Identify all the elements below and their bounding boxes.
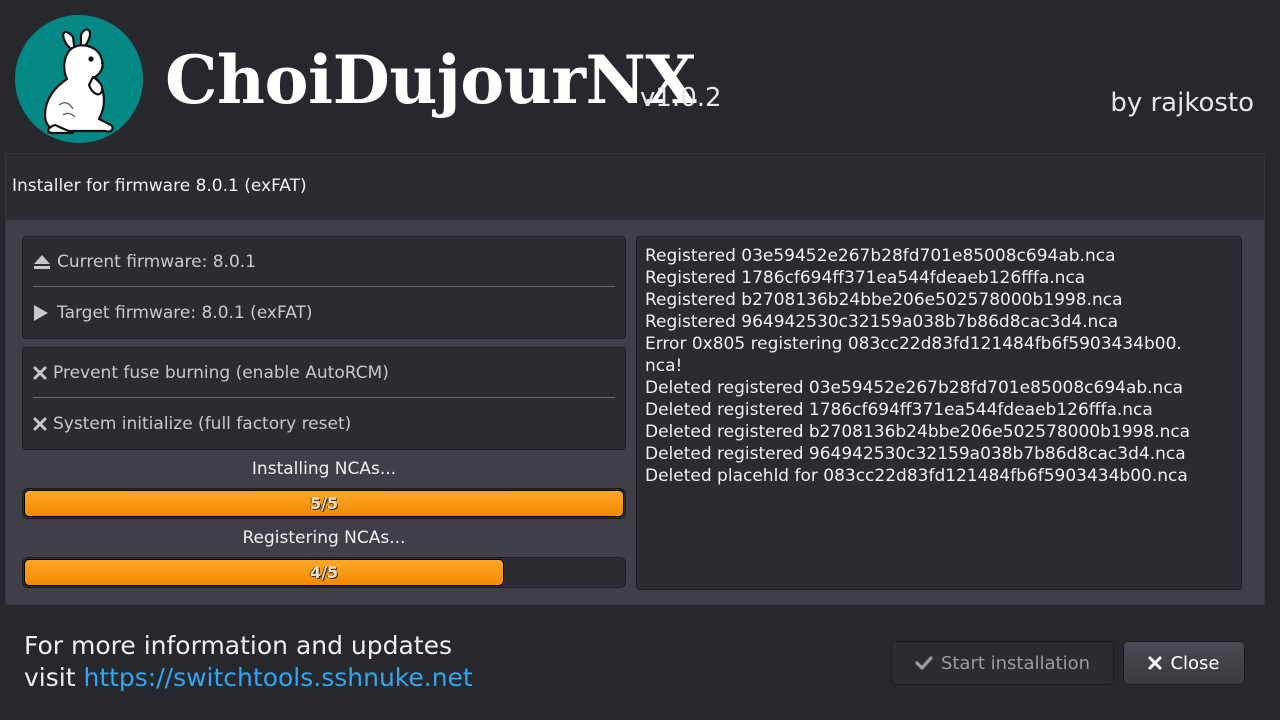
firmware-info-box: Current firmware: 8.0.1 Target firmware:… <box>22 236 626 339</box>
target-firmware-label: Target firmware: 8.0.1 (exFAT) <box>57 303 313 323</box>
current-firmware-label: Current firmware: 8.0.1 <box>57 252 256 272</box>
divider <box>33 397 615 398</box>
website-link[interactable]: https://switchtools.sshnuke.net <box>83 663 472 692</box>
info-line: For more information and updates <box>24 631 453 660</box>
registering-progress-bar: 4/5 <box>22 557 626 588</box>
log-line: Deleted registered 03e59452e267b28fd701e… <box>645 378 1184 398</box>
registering-progress-text: 4/5 <box>309 563 339 582</box>
checkmark-icon <box>915 656 933 670</box>
close-x-icon <box>1148 656 1162 670</box>
registering-ncas-label: Registering NCAs... <box>242 528 406 548</box>
log-line: Error 0x805 registering 083cc22d83fd1214… <box>645 334 1182 354</box>
log-line: Registered 03e59452e267b28fd701e85008c69… <box>645 246 1116 266</box>
installer-panel: Installer for firmware 8.0.1 (exFAT) Cur… <box>5 153 1265 605</box>
installer-subtitle: Installer for firmware 8.0.1 (exFAT) <box>12 176 307 196</box>
target-firmware-row: Target firmware: 8.0.1 (exFAT) <box>33 300 615 326</box>
log-line: nca! <box>645 356 683 376</box>
log-output[interactable]: Registered 03e59452e267b28fd701e85008c69… <box>636 236 1242 590</box>
app-title: ChoiDujourNX <box>165 41 697 119</box>
log-line: Registered 1786cf694ff371ea544fdeaeb126f… <box>645 268 1086 288</box>
footer-info: For more information and updates visit h… <box>24 630 473 694</box>
rabbit-logo-icon <box>15 15 143 143</box>
autorcm-option[interactable]: Prevent fuse burning (enable AutoRCM) <box>33 360 615 386</box>
installing-progress-text: 5/5 <box>309 494 339 513</box>
log-line: Registered 964942530c32159a038b7b86d8cac… <box>645 312 1119 332</box>
options-box: Prevent fuse burning (enable AutoRCM) Sy… <box>22 347 626 450</box>
close-label: Close <box>1170 652 1220 674</box>
start-installation-label: Start installation <box>940 652 1091 674</box>
close-x-icon <box>33 417 53 431</box>
divider <box>33 286 615 287</box>
author-credit: by rajkosto <box>1110 88 1254 118</box>
installing-ncas-label: Installing NCAs... <box>251 459 397 479</box>
log-line: Registered b2708136b24bbe206e502578000b1… <box>645 290 1123 310</box>
log-lines: Registered 03e59452e267b28fd701e85008c69… <box>645 245 1233 487</box>
info-visit-line: visit https://switchtools.sshnuke.net <box>24 662 473 694</box>
factory-reset-option[interactable]: System initialize (full factory reset) <box>33 411 615 437</box>
installing-progress-bar: 5/5 <box>22 488 626 519</box>
visit-label: visit <box>24 663 76 692</box>
log-line: Deleted placehld for 083cc22d83fd121484f… <box>645 466 1188 486</box>
factory-reset-label: System initialize (full factory reset) <box>53 414 352 434</box>
eject-icon <box>33 254 57 270</box>
log-line: Deleted registered 964942530c32159a038b7… <box>645 444 1186 464</box>
start-installation-button[interactable]: Start installation <box>891 641 1114 685</box>
log-line: Deleted registered 1786cf694ff371ea544fd… <box>645 400 1153 420</box>
app-version: v1.0.2 <box>640 83 722 113</box>
log-line: Deleted registered b2708136b24bbe206e502… <box>645 422 1191 442</box>
current-firmware-row: Current firmware: 8.0.1 <box>33 249 615 275</box>
autorcm-label: Prevent fuse burning (enable AutoRCM) <box>53 363 389 383</box>
close-button[interactable]: Close <box>1123 641 1245 685</box>
close-x-icon <box>33 366 53 380</box>
panel-header: Installer for firmware 8.0.1 (exFAT) <box>6 154 1264 220</box>
play-icon <box>33 304 57 322</box>
